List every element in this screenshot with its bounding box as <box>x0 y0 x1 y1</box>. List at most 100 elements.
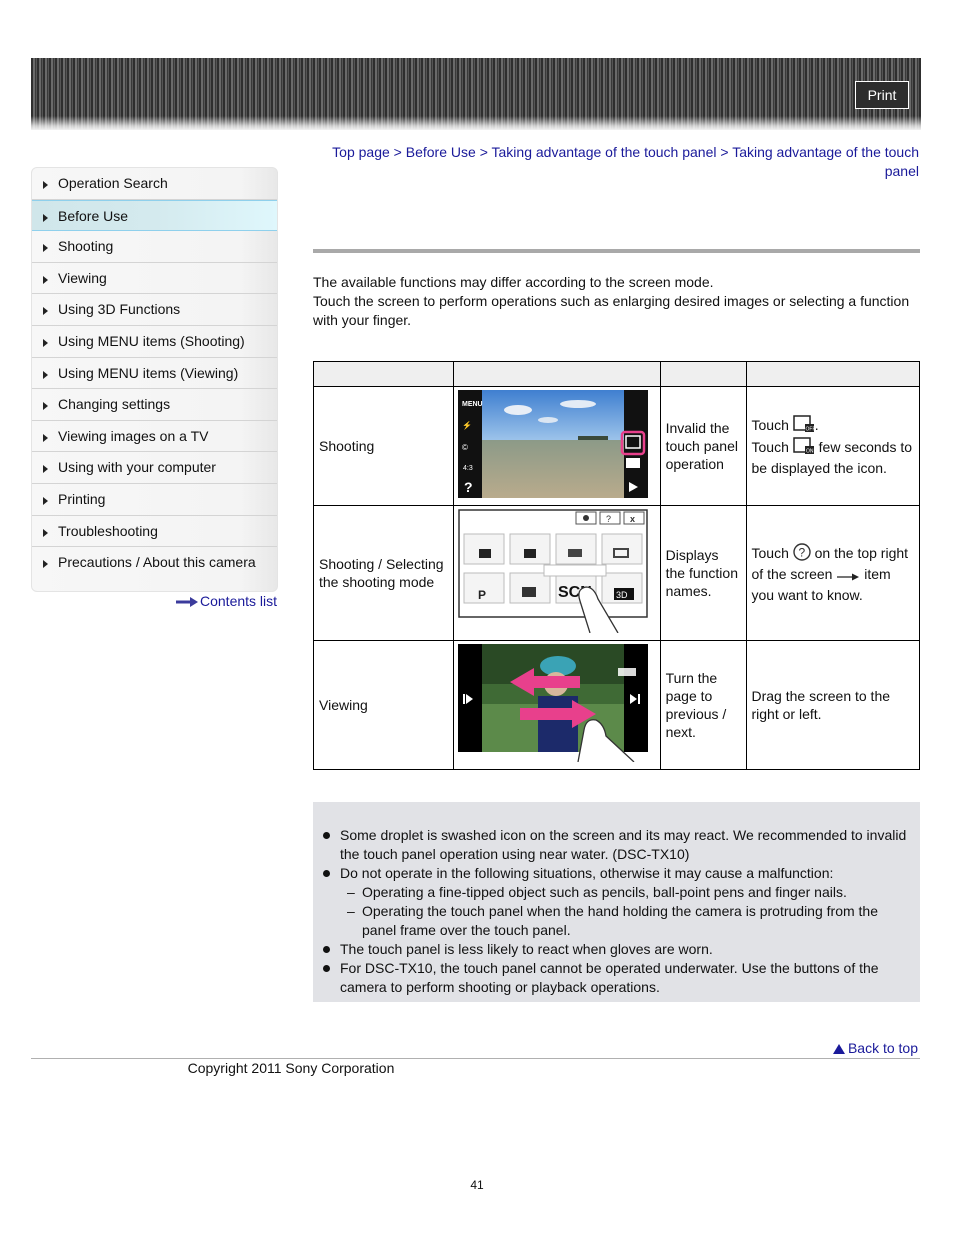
arrow-right-icon <box>43 370 48 379</box>
copyright-text: Copyright 2011 Sony Corporation <box>187 1060 395 1076</box>
title-divider <box>313 249 920 253</box>
svg-text:3D: 3D <box>616 590 628 600</box>
header-cell <box>452 361 661 387</box>
sidebar-item-label: Troubleshooting <box>58 522 158 539</box>
sidebar-item-label: Precautions / About this camera <box>58 554 256 571</box>
touch-panel-off-icon: OFF <box>793 415 815 437</box>
sidebar-item-printing[interactable]: Printing <box>32 484 277 516</box>
image-cell: ? x P SCN 3D <box>452 505 661 641</box>
mode-cell: Shooting / Selecting the shooting mode <box>313 505 454 641</box>
breadcrumb-top-page[interactable]: Top page <box>332 144 390 160</box>
arrow-right-icon <box>43 338 48 347</box>
svg-text:4:3: 4:3 <box>463 465 473 472</box>
arrow-right-icon <box>43 402 48 411</box>
table-header-row <box>313 361 920 387</box>
sidebar-item-operation-search[interactable]: Operation Search <box>32 168 277 200</box>
svg-text:©: © <box>462 443 468 452</box>
sidebar-item-viewing[interactable]: Viewing <box>32 263 277 295</box>
breadcrumb-separator: > <box>479 144 488 160</box>
svg-text:?: ? <box>798 545 805 559</box>
back-to-top-link[interactable]: Back to top <box>832 1040 918 1056</box>
function-cell: Displays the function names. <box>659 505 747 641</box>
sidebar-item-computer[interactable]: Using with your computer <box>32 452 277 484</box>
breadcrumb: Top page > Before Use > Taking advantage… <box>313 143 919 181</box>
contents-list-label: Contents list <box>200 593 278 609</box>
header-cell <box>313 361 454 387</box>
how-cell: Drag the screen to the right or left. <box>745 640 920 770</box>
sidebar-item-label: Using with your computer <box>58 459 216 476</box>
note-item: For DSC-TX10, the touch panel cannot be … <box>321 959 912 997</box>
note-subitem: Operating the touch panel when the hand … <box>321 902 912 940</box>
function-cell: Turn the page to previous / next. <box>659 640 747 770</box>
image-cell: MENU ⚡ © 4:3 ? <box>452 386 661 506</box>
back-to-top-label: Back to top <box>847 1040 918 1056</box>
arrow-right-icon <box>836 568 860 586</box>
sidebar-item-precautions[interactable]: Precautions / About this camera <box>32 547 277 579</box>
arrow-right-icon <box>43 181 48 189</box>
contents-list-link[interactable]: Contents list <box>176 593 277 610</box>
table-row: Shooting / Selecting the shooting mode ?… <box>313 505 920 641</box>
viewing-screen-image <box>457 644 648 766</box>
mode-selection-screen-image: ? x P SCN 3D <box>457 509 648 637</box>
note-item: Some droplet is swashed icon on the scre… <box>321 826 912 864</box>
triangle-up-icon <box>832 1044 845 1054</box>
arrow-right-icon <box>43 433 48 442</box>
sidebar-item-label: Viewing <box>58 269 107 286</box>
sidebar-item-label: Using MENU items (Viewing) <box>58 364 239 381</box>
note-item: Do not operate in the following situatio… <box>321 864 912 883</box>
print-button[interactable]: Print <box>855 81 909 109</box>
sidebar-item-label: Viewing images on a TV <box>58 427 209 444</box>
how-cell: Touch OFF. Touch ON few seconds to be di… <box>745 386 920 506</box>
sidebar-item-label: Using 3D Functions <box>58 301 181 318</box>
arrow-right-icon <box>43 465 48 474</box>
sidebar-item-viewing-tv[interactable]: Viewing images on a TV <box>32 421 277 453</box>
arrow-right-icon <box>43 496 48 505</box>
page-number: 41 <box>470 1178 484 1192</box>
touch-panel-on-icon: ON <box>793 437 815 459</box>
svg-text:MENU: MENU <box>462 401 483 408</box>
sidebar-item-menu-viewing[interactable]: Using MENU items (Viewing) <box>32 358 277 390</box>
sidebar-item-changing-settings[interactable]: Changing settings <box>32 389 277 421</box>
arrow-right-icon <box>43 307 48 316</box>
sidebar-item-troubleshooting[interactable]: Troubleshooting <box>32 516 277 548</box>
breadcrumb-before-use[interactable]: Before Use <box>406 144 476 160</box>
arrow-right-icon <box>43 528 48 537</box>
intro-line-1: The available functions may differ accor… <box>313 274 714 290</box>
notes-list: Some droplet is swashed icon on the scre… <box>321 826 912 997</box>
shooting-screen-image: MENU ⚡ © 4:3 ? <box>457 390 648 502</box>
image-cell <box>452 640 661 770</box>
note-item: The touch panel is less likely to react … <box>321 940 912 959</box>
svg-text:?: ? <box>464 479 473 495</box>
sidebar-item-label: Using MENU items (Shooting) <box>58 332 245 349</box>
notes-box: Some droplet is swashed icon on the scre… <box>313 802 920 1002</box>
svg-text:?: ? <box>606 514 611 524</box>
svg-text:x: x <box>630 514 635 524</box>
sidebar-item-shooting[interactable]: Shooting <box>32 231 277 263</box>
header-cell <box>659 361 747 387</box>
sidebar-item-menu-shooting[interactable]: Using MENU items (Shooting) <box>32 326 277 358</box>
svg-text:OFF: OFF <box>805 427 815 433</box>
intro-text: The available functions may differ accor… <box>313 273 920 330</box>
svg-text:ON: ON <box>806 449 814 455</box>
arrow-right-icon <box>43 275 48 284</box>
how-cell: Touch ? on the top right of the screen i… <box>745 505 920 641</box>
header-banner: Print <box>31 58 921 130</box>
breadcrumb-touch-panel-section[interactable]: Taking advantage of the touch panel <box>492 144 717 160</box>
breadcrumb-separator: > <box>393 144 402 160</box>
sidebar-item-label: Operation Search <box>58 175 168 191</box>
sidebar-item-before-use[interactable]: Before Use <box>32 199 277 232</box>
sidebar-nav: Operation Search Before Use Shooting Vie… <box>31 167 278 592</box>
sidebar-item-3d-functions[interactable]: Using 3D Functions <box>32 294 277 326</box>
table-row: Shooting MENU ⚡ © 4:3 ? Invalid the touc… <box>313 386 920 506</box>
breadcrumb-current-page[interactable]: Taking advantage of the touch panel <box>732 144 919 179</box>
svg-text:⚡: ⚡ <box>462 420 472 430</box>
table-row: Viewing Turn the page to previous / next… <box>313 640 920 770</box>
header-cell <box>745 361 920 387</box>
touch-operations-table: Shooting MENU ⚡ © 4:3 ? Invalid the touc… <box>313 361 920 770</box>
arrow-right-icon <box>43 213 48 222</box>
function-cell: Invalid the touch panel operation <box>659 386 747 506</box>
arrow-right-icon <box>43 560 48 569</box>
breadcrumb-separator: > <box>720 144 729 160</box>
svg-text:P: P <box>478 588 486 602</box>
mode-cell: Viewing <box>313 640 454 770</box>
